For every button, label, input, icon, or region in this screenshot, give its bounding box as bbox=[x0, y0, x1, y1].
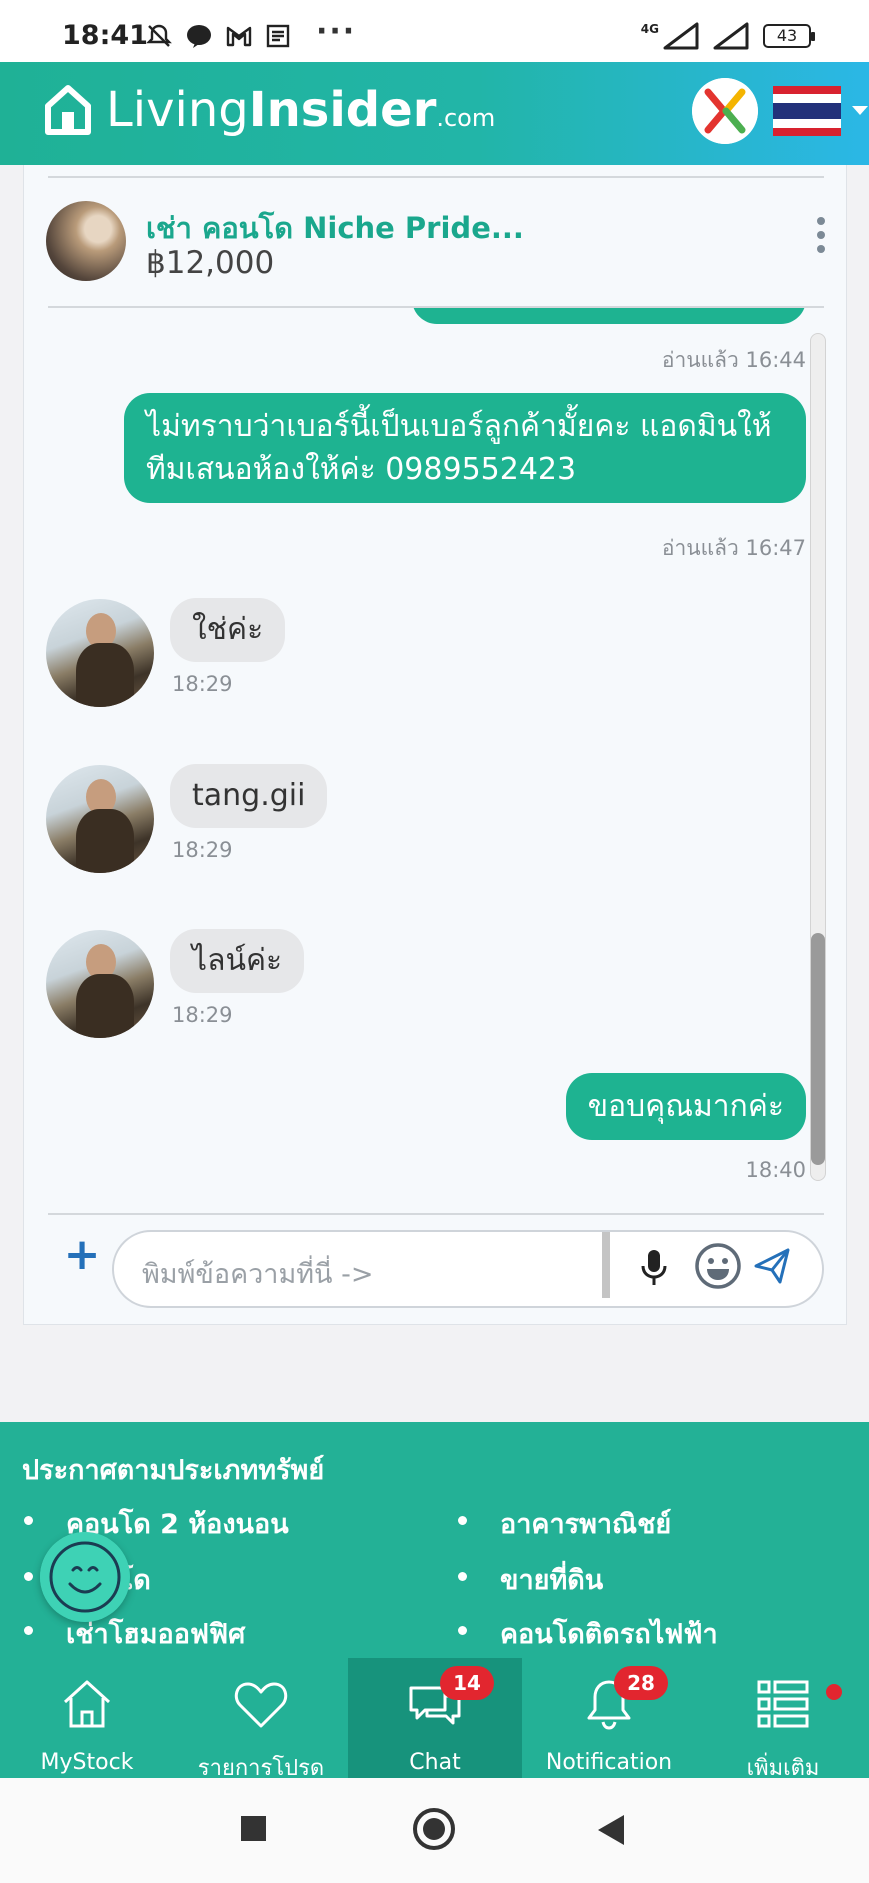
message-meta: 18:29 bbox=[172, 672, 233, 696]
bottom-navigation: MyStock รายการโปรด 14 Chat 28 Notificati… bbox=[0, 1658, 869, 1781]
news-icon bbox=[266, 24, 290, 48]
more-options-icon[interactable] bbox=[816, 217, 826, 253]
footer-link[interactable]: ขายที่ดิน bbox=[457, 1558, 603, 1601]
more-alert-dot bbox=[826, 1684, 842, 1700]
property-type-footer: ประกาศตามประเภททรัพย์ คอนโด 2 ห้องนอน คอ… bbox=[0, 1422, 869, 1658]
network-type: 4G bbox=[640, 22, 659, 36]
chatbot-smiley-icon[interactable] bbox=[40, 1532, 130, 1622]
message-text: ขอบคุณมากค่ะ bbox=[587, 1089, 784, 1124]
message-input-placeholder[interactable]: พิมพ์ข้อความที่นี่ -> bbox=[142, 1252, 373, 1295]
message-text: tang.gii bbox=[192, 778, 306, 813]
nav-favorites[interactable]: รายการโปรด bbox=[174, 1658, 348, 1781]
battery-icon: 43 bbox=[763, 24, 815, 48]
more-notifications-icon: ··· bbox=[316, 14, 357, 49]
status-time: 18:41 bbox=[62, 20, 148, 51]
nav-label: Notification bbox=[545, 1750, 673, 1775]
divider bbox=[48, 1213, 824, 1215]
message-text-line: ทีมเสนอห้องให้ค่ะ 0989552423 bbox=[146, 452, 577, 487]
send-icon[interactable] bbox=[752, 1246, 792, 1286]
message-meta: 18:29 bbox=[172, 1003, 233, 1027]
divider bbox=[48, 176, 824, 178]
chat-scrollbar-thumb[interactable] bbox=[811, 933, 825, 1165]
house-logo-icon bbox=[45, 85, 91, 135]
message-text-line: ไม่ทราบว่าเบอร์นี้เป็นเบอร์ลูกค้ามั้ยคะ … bbox=[146, 409, 772, 444]
nav-notification[interactable]: 28 Notification bbox=[522, 1658, 696, 1778]
input-cursor-divider bbox=[602, 1232, 610, 1298]
message-meta: 18:40 bbox=[745, 1158, 806, 1182]
message-bubble-in: ใช่ค่ะ bbox=[170, 598, 286, 662]
back-button[interactable] bbox=[598, 1815, 624, 1845]
listing-summary[interactable]: เช่า คอนโด Niche Pride... ฿12,000 bbox=[46, 201, 826, 281]
message-bubble-in: ไลน์ค่ะ bbox=[170, 929, 305, 993]
signal-icon-2 bbox=[713, 22, 749, 50]
emoji-icon[interactable] bbox=[694, 1242, 742, 1290]
logo-text-insider: Insider bbox=[248, 82, 437, 138]
gmail-icon bbox=[226, 26, 252, 47]
nav-mystock[interactable]: MyStock bbox=[0, 1658, 174, 1778]
nav-more[interactable]: เพิ่มเติม bbox=[696, 1658, 869, 1781]
chat-badge: 14 bbox=[440, 1666, 494, 1700]
message-meta: อ่านแล้ว 16:44 bbox=[661, 348, 806, 372]
signal-icon bbox=[663, 22, 699, 50]
avatar[interactable] bbox=[46, 765, 154, 873]
listing-price: ฿12,000 bbox=[146, 245, 275, 281]
logo-text-domain: .com bbox=[436, 104, 496, 132]
language-dropdown-icon[interactable] bbox=[852, 106, 868, 115]
recent-apps-button[interactable] bbox=[241, 1816, 266, 1841]
footer-title: ประกาศตามประเภททรัพย์ bbox=[22, 1455, 325, 1486]
listing-thumbnail[interactable] bbox=[46, 201, 126, 281]
attach-plus-button[interactable]: + bbox=[62, 1233, 102, 1277]
livinginsider-logo[interactable]: LivingInsider.com bbox=[44, 82, 495, 138]
menu-list-icon bbox=[757, 1680, 809, 1728]
battery-level: 43 bbox=[776, 26, 798, 45]
microphone-icon[interactable] bbox=[639, 1248, 669, 1288]
status-notification-icons bbox=[145, 22, 293, 50]
notification-badge: 28 bbox=[614, 1666, 668, 1700]
avatar[interactable] bbox=[46, 930, 154, 1038]
message-text: ใช่ค่ะ bbox=[192, 612, 264, 647]
nav-label: Chat bbox=[409, 1750, 461, 1775]
mute-bell-icon bbox=[146, 24, 172, 47]
message-list[interactable]: อ่านแล้ว 16:44 ไม่ทราบว่าเบอร์นี้เป็นเบอ… bbox=[24, 308, 848, 1183]
nav-label: MyStock bbox=[40, 1750, 134, 1775]
logo-text-living: Living bbox=[106, 82, 249, 138]
message-bubble-out: ขอบคุณมากค่ะ bbox=[565, 1073, 806, 1140]
nav-chat[interactable]: 14 Chat bbox=[348, 1658, 522, 1778]
x-partner-logo-icon[interactable] bbox=[692, 78, 758, 144]
home-button[interactable] bbox=[413, 1808, 455, 1850]
status-bar: 18:41 ··· 4G 43 bbox=[0, 0, 869, 62]
footer-link[interactable]: อาคารพาณิชย์ bbox=[457, 1502, 671, 1545]
app-header: LivingInsider.com bbox=[0, 62, 869, 165]
chat-panel: เช่า คอนโด Niche Pride... ฿12,000 อ่านแล… bbox=[23, 165, 847, 1325]
message-text: ไลน์ค่ะ bbox=[192, 943, 283, 978]
heart-icon bbox=[234, 1682, 288, 1728]
message-meta: 18:29 bbox=[172, 838, 233, 862]
footer-link[interactable]: คอนโดติดรถไฟฟ้า bbox=[458, 1612, 718, 1655]
message-input[interactable]: พิมพ์ข้อความที่นี่ -> bbox=[112, 1230, 824, 1308]
status-system-icons: 4G 43 bbox=[640, 22, 815, 50]
avatar[interactable] bbox=[46, 599, 154, 707]
message-meta: อ่านแล้ว 16:47 bbox=[661, 536, 806, 560]
line-app-icon bbox=[187, 25, 211, 48]
message-bubble-out: ไม่ทราบว่าเบอร์นี้เป็นเบอร์ลูกค้ามั้ยคะ … bbox=[124, 393, 806, 503]
thai-flag-language-icon[interactable] bbox=[773, 86, 841, 136]
message-bubble-in: tang.gii bbox=[170, 764, 328, 828]
home-icon bbox=[63, 1680, 111, 1728]
message-bubble-out bbox=[412, 308, 806, 324]
